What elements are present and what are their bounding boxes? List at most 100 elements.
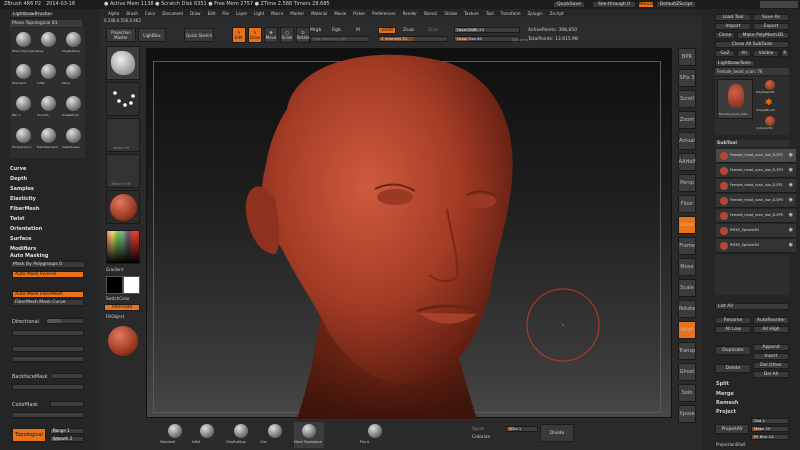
dist-slider[interactable]: Dist 1 [751, 418, 789, 424]
eye-icon[interactable]: ◉ [789, 242, 793, 248]
shelf-brush[interactable]: Standard [160, 422, 190, 448]
backface-curve-slider[interactable] [12, 384, 84, 390]
save-as-button[interactable]: Save As [753, 14, 789, 21]
all-button[interactable]: All [737, 50, 751, 57]
z-intensity-slider[interactable]: Z Intensity 51 [378, 36, 448, 42]
tool-thumb-simplebrush[interactable]: ✱ SimpleBrush [755, 97, 787, 115]
polyf-button[interactable]: PolyF [678, 321, 696, 339]
zoom-button[interactable]: Zoom [678, 111, 696, 129]
subtool-scroll-area[interactable] [715, 255, 789, 295]
material-sphere-2[interactable] [106, 324, 140, 358]
rgb-button[interactable]: Rgb [332, 28, 341, 34]
menu-item[interactable]: Brush [126, 11, 138, 16]
export-button[interactable]: Export [753, 23, 789, 30]
menu-item[interactable]: Zplugin [528, 11, 543, 16]
focal-shift-slider[interactable]: Focal Shift -23 [454, 27, 520, 33]
lightbox-tools-button[interactable]: Lightbox▸Tools [715, 60, 755, 67]
menu-item[interactable]: Texture [464, 11, 479, 16]
append-button[interactable]: Append [753, 344, 789, 351]
brush-tile[interactable]: TrimDynamic [12, 126, 35, 156]
switchcolor-label[interactable]: SwitchColor [106, 297, 130, 301]
xpose-label[interactable]: Xpose [472, 427, 484, 431]
load-tool-button[interactable]: Load Tool [715, 14, 751, 21]
subtool-row[interactable]: Female_head_scan_low_D-EP3 ◉ [716, 164, 796, 178]
frame-button[interactable]: Frame [678, 237, 696, 255]
section-depth[interactable]: Depth [10, 176, 27, 182]
brush-tile[interactable]: Smooth [37, 94, 60, 124]
transp-button[interactable]: Transp [678, 342, 696, 360]
automasking-header[interactable]: Auto Masking [10, 253, 49, 259]
del-all-button[interactable]: Del All [753, 371, 789, 378]
document-canvas[interactable] [146, 48, 673, 419]
make-polymesh-button[interactable]: Make PolyMesh3D [737, 32, 789, 39]
section-modifiers[interactable]: Modifiers [10, 246, 36, 252]
all-low-button[interactable]: All Low [715, 326, 751, 333]
all-high-button[interactable]: All High [753, 326, 789, 333]
section-orientation[interactable]: Orientation [10, 226, 42, 232]
goz-button[interactable]: GoZ [715, 50, 735, 57]
visible-button[interactable]: Visible [753, 50, 779, 57]
color-picker[interactable] [106, 230, 140, 264]
colorize-label[interactable]: Colorize [472, 435, 490, 441]
color-swatches[interactable] [106, 276, 140, 294]
colormask-label[interactable]: ColorMask [12, 403, 38, 408]
menu-item[interactable]: Transform [501, 11, 521, 16]
shelf-brush[interactable]: Clay [260, 422, 290, 448]
window-controls[interactable] [760, 1, 798, 8]
zadd-button[interactable]: Zadd [378, 27, 396, 34]
projection-shell-label[interactable]: ProjectionShell [716, 443, 746, 447]
zsub-button[interactable]: Zsub [403, 28, 414, 34]
eye-icon[interactable]: ◉ [789, 197, 793, 203]
alpha-thumb[interactable]: Alpha Off [106, 118, 140, 152]
projection-master-button[interactable]: Projection Master [106, 28, 136, 42]
shelf-brush[interactable]: Move Topological [294, 422, 324, 448]
mask-polygroups-slider[interactable]: Mask By Polygroups 0 [10, 261, 85, 268]
del-other-button[interactable]: Del Other [753, 362, 789, 369]
menus-button[interactable]: Menus [638, 1, 654, 8]
tool-thumb-head[interactable]: Female_head_scan... [717, 79, 753, 119]
mrgb-button[interactable]: Mrgb [310, 28, 321, 34]
scale-button[interactable]: Scale [678, 279, 696, 297]
dirfalloff-slider[interactable] [46, 318, 84, 324]
eye-icon[interactable]: ◉ [789, 182, 793, 188]
lightbox-button[interactable]: LightBox [138, 28, 166, 42]
merge-button[interactable]: Merge [716, 392, 734, 397]
project-button[interactable]: Project [716, 410, 736, 415]
subtool-row[interactable]: PM3D_Sphere3D ◉ [716, 224, 796, 238]
menu-item[interactable]: Preferences [372, 11, 396, 16]
brush-tile[interactable]: Move [62, 62, 85, 92]
eye-icon[interactable]: ◉ [789, 152, 793, 158]
insert-button[interactable]: Insert [753, 353, 789, 360]
brush-tile[interactable]: Move Topological [12, 30, 38, 60]
clone-all-subtools-button[interactable]: Clone All SubTools [715, 41, 789, 48]
eye-icon[interactable]: ◉ [789, 212, 793, 218]
xpose-button[interactable]: Xpose [678, 405, 696, 423]
menu-item[interactable]: Layer [236, 11, 247, 16]
menu-item[interactable]: Picker [353, 11, 365, 16]
actual-button[interactable]: Actual [678, 132, 696, 150]
automask-inverse-button[interactable]: Auto Mask Inverse [12, 271, 84, 278]
menu-item[interactable]: Alpha [108, 11, 119, 16]
colormask-slider[interactable] [50, 401, 84, 407]
menu-item[interactable]: Zscript [550, 11, 564, 16]
quick-sketch-button[interactable]: Quick Sketch [184, 28, 214, 42]
menu-item[interactable]: Stroke [444, 11, 457, 16]
m-button[interactable]: M [356, 28, 360, 34]
section-elasticity[interactable]: Elasticity [10, 196, 36, 202]
eye-icon[interactable]: ◉ [789, 227, 793, 233]
fillobject-label[interactable]: FillObject [106, 315, 124, 319]
bpr-button[interactable]: BPR [678, 48, 696, 66]
lightbox-brushes-button[interactable]: Lightbox▸Brushes [10, 11, 53, 18]
cavity-curve-slider[interactable] [12, 356, 84, 362]
menu-item[interactable]: Document [162, 11, 183, 16]
autoreorder-button[interactable]: AutoReorder [753, 317, 789, 324]
zcut-button[interactable]: Zcut [428, 28, 438, 34]
menu-item[interactable]: Marker [290, 11, 304, 16]
projectall-button[interactable]: ProjectAll [715, 424, 749, 434]
tool-thumb-cylinder[interactable]: Cylinder3D [755, 115, 787, 133]
brush-tile[interactable]: DamStandard [37, 126, 60, 156]
brush-tile[interactable]: Pen A [12, 94, 35, 124]
subtool-row[interactable]: PM3D_Sphere3D ◉ [716, 239, 796, 253]
subtool-row[interactable]: Female_head_scan_low_D-EP1 ◉ [716, 179, 796, 193]
head-model[interactable] [147, 49, 673, 419]
